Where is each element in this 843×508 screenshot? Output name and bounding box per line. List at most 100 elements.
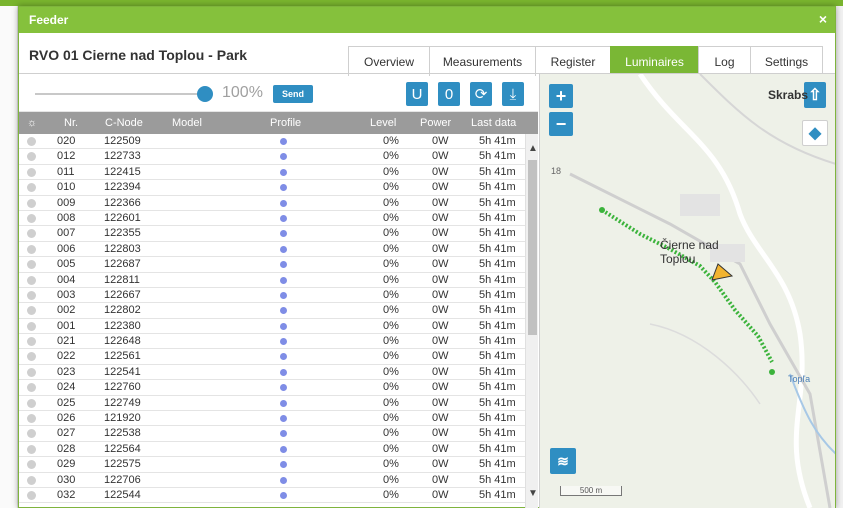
u-button[interactable]: U [406, 82, 428, 106]
table-row[interactable]: 024 122760 0% 0W 5h 41m [19, 380, 538, 396]
dim-slider-handle[interactable] [197, 86, 213, 102]
status-dot [27, 383, 36, 393]
cell-last-data: 5h 41m [479, 350, 516, 363]
cell-last-data: 5h 41m [479, 488, 516, 501]
cell-last-data: 5h 41m [479, 381, 516, 394]
profile-dot [280, 291, 287, 299]
col-power[interactable]: Power [420, 117, 451, 129]
cell-cnode: 122601 [104, 211, 141, 224]
table-row[interactable]: 007 122355 0% 0W 5h 41m [19, 226, 538, 242]
table-row[interactable]: 008 122601 0% 0W 5h 41m [19, 211, 538, 227]
col-nr[interactable]: Nr. [64, 117, 78, 129]
table-row[interactable]: 026 121920 0% 0W 5h 41m [19, 411, 538, 427]
cell-power: 0W [432, 427, 449, 440]
scroll-up-icon[interactable]: ▲ [528, 144, 538, 154]
table-row[interactable]: 005 122687 0% 0W 5h 41m [19, 257, 538, 273]
dialog-header: RVO 01 Cierne nad Toplou - Park Overview… [19, 33, 835, 76]
status-dot [27, 137, 36, 146]
col-model[interactable]: Model [172, 117, 202, 129]
profile-dot [280, 214, 287, 222]
table-row[interactable]: 004 122811 0% 0W 5h 41m [19, 273, 538, 288]
cell-nr: 008 [57, 211, 76, 224]
cell-level: 0% [383, 258, 399, 271]
col-level[interactable]: Level [370, 117, 396, 129]
cell-power: 0W [432, 350, 449, 363]
tab-log[interactable]: Log [698, 46, 751, 76]
scroll-down-icon[interactable]: ▼ [528, 489, 538, 499]
cell-cnode: 122648 [104, 335, 141, 348]
table-row[interactable]: 001 122380 0% 0W 5h 41m [19, 319, 538, 335]
cell-cnode: 122380 [104, 319, 141, 332]
table-row[interactable]: 030 122706 0% 0W 5h 41m [19, 473, 538, 488]
table-body: 020 122509 0% 0W 5h 41m 012 122733 0% 0W 5h 41m 01… [19, 134, 538, 504]
table-row[interactable]: 028 122564 0% 0W 5h 41m [19, 442, 538, 458]
cell-last-data: 5h 41m [479, 396, 516, 409]
cell-cnode: 122733 [104, 150, 141, 163]
cell-last-data: 5h 41m [479, 365, 516, 378]
download-icon[interactable]: ⤓ [502, 82, 524, 106]
zoom-out-button[interactable]: − [549, 112, 573, 136]
cell-nr: 028 [57, 442, 76, 455]
table-row[interactable]: 022 122561 0% 0W 5h 41m [19, 349, 538, 365]
cell-cnode: 122394 [104, 181, 141, 194]
close-icon[interactable]: × [819, 11, 827, 27]
cell-power: 0W [432, 181, 449, 194]
cell-cnode: 122538 [104, 427, 141, 440]
cell-nr: 026 [57, 412, 76, 425]
cell-level: 0% [383, 319, 399, 332]
table-row[interactable]: 003 122667 0% 0W 5h 41m [19, 288, 538, 304]
dim-level-value: 100% [222, 84, 263, 101]
cell-nr: 010 [57, 181, 76, 194]
send-button[interactable]: Send [273, 85, 313, 103]
layers-icon[interactable]: ◆ [802, 120, 828, 146]
cell-level: 0% [383, 365, 399, 378]
tab-settings[interactable]: Settings [750, 46, 823, 76]
tab-luminaires[interactable]: Luminaires [610, 46, 699, 76]
cell-nr: 025 [57, 396, 76, 409]
table-row[interactable]: 009 122366 0% 0W 5h 41m [19, 196, 538, 211]
table-row[interactable]: 011 122415 0% 0W 5h 41m [19, 165, 538, 181]
cell-cnode: 122667 [104, 288, 141, 301]
col-cnode[interactable]: C-Node [105, 117, 143, 129]
cell-nr: 021 [57, 335, 76, 348]
layers-toggle-icon[interactable]: ≋ [550, 448, 576, 474]
table-row[interactable]: 010 122394 0% 0W 5h 41m [19, 180, 538, 196]
zero-button[interactable]: 0 [438, 82, 460, 106]
profile-dot [280, 245, 287, 253]
scroll-thumb[interactable] [528, 160, 537, 335]
table-row[interactable]: 025 122749 0% 0W 5h 41m [19, 396, 538, 412]
cell-cnode: 122544 [104, 488, 141, 501]
cell-last-data: 5h 41m [479, 227, 516, 240]
map-view[interactable]: + − ⇧ ◆ ≋ Skrabs Čierne nad Toplou 18 To… [539, 74, 835, 508]
table-row[interactable]: 023 122541 0% 0W 5h 41m [19, 365, 538, 381]
table-row[interactable]: 021 122648 0% 0W 5h 41m [19, 334, 538, 350]
table-row[interactable]: 029 122575 0% 0W 5h 41m [19, 457, 538, 473]
cell-cnode: 122415 [104, 165, 141, 178]
cell-power: 0W [432, 211, 449, 224]
status-dot [27, 337, 36, 347]
dim-slider-track[interactable] [35, 93, 205, 95]
status-dot [27, 352, 36, 362]
cell-power: 0W [432, 273, 449, 286]
col-profile[interactable]: Profile [270, 117, 301, 129]
cell-last-data: 5h 41m [479, 165, 516, 178]
tab-register[interactable]: Register [535, 46, 611, 76]
tab-measurements[interactable]: Measurements [429, 46, 536, 76]
tab-overview[interactable]: Overview [348, 46, 430, 76]
refresh-icon[interactable]: ⟳ [470, 82, 492, 106]
table-row[interactable]: 032 122544 0% 0W 5h 41m [19, 488, 538, 504]
table-row[interactable]: 012 122733 0% 0W 5h 41m [19, 149, 538, 165]
table-scrollbar[interactable]: ▲ ▼ [525, 134, 538, 508]
table-row[interactable]: 027 122538 0% 0W 5h 41m [19, 426, 538, 442]
cell-cnode: 122575 [104, 458, 141, 471]
status-dot [27, 414, 36, 424]
cell-power: 0W [432, 412, 449, 425]
table-row[interactable]: 006 122803 0% 0W 5h 41m [19, 242, 538, 258]
table-row[interactable]: 002 122802 0% 0W 5h 41m [19, 303, 538, 319]
cell-power: 0W [432, 458, 449, 471]
table-row[interactable]: 020 122509 0% 0W 5h 41m [19, 134, 538, 150]
status-dot [27, 398, 36, 408]
zoom-in-button[interactable]: + [549, 84, 573, 108]
cell-cnode: 122687 [104, 258, 141, 271]
col-last-data[interactable]: Last data [471, 117, 516, 129]
